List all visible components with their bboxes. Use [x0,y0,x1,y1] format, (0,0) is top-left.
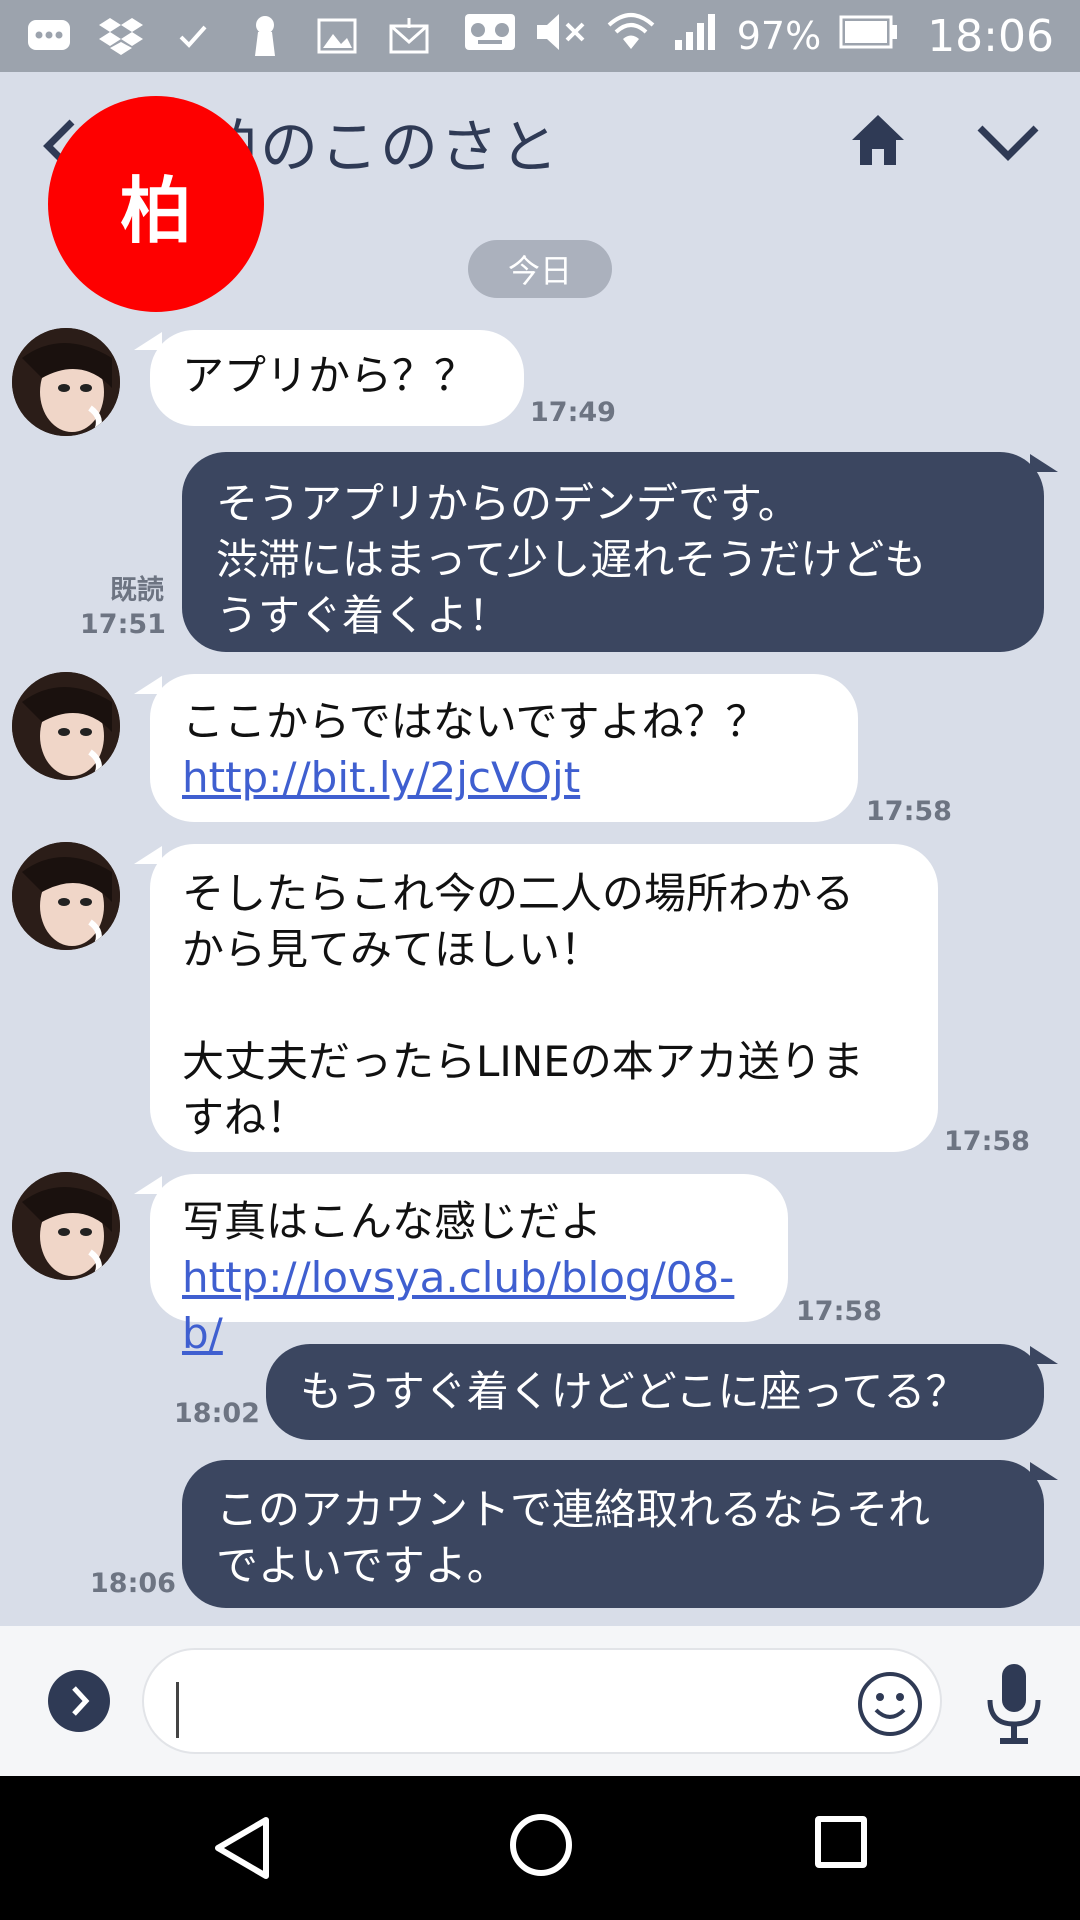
voicemail-icon [463,10,517,63]
notification-icons [26,12,432,60]
image-icon [314,15,360,57]
dropbox-icon [98,15,144,57]
message-text: このアカウントで連絡取れるならそれ [216,1485,931,1534]
message-text: 渋滞にはまって少し遅れそうだけども [216,535,927,584]
message-bubble[interactable]: 写真はこんな感じだよ http://lovsya.club/blog/08-b/ [150,1174,788,1358]
message-text: そしたらこれ今の二人の場所わかる [182,869,855,918]
microphone-icon[interactable] [982,1662,1046,1746]
message-time: 17:58 [944,1126,1030,1157]
avatar[interactable] [12,842,120,950]
message-bubble[interactable]: そうアプリからのデンデです。 渋滞にはまって少し遅れそうだけども うすぐ着くよ！ [182,452,1044,652]
expand-button[interactable] [48,1670,110,1732]
nav-recent-apps-icon[interactable] [815,1816,867,1868]
message-time: 17:51 [80,609,166,640]
mute-icon [535,12,589,61]
message-text: すね！ [182,1093,309,1142]
status-time: 18:06 [927,10,1054,62]
message-time: 17:49 [530,397,616,428]
message-bubble[interactable]: アプリから？？ [150,330,524,426]
message-input-bar [0,1626,1080,1776]
message-text: うすぐ着くよ！ [216,591,511,640]
message-bubble[interactable]: ここからではないですよね？？ http://bit.ly/2jcVOjt [150,674,858,822]
avatar[interactable] [12,1172,120,1280]
message-text: 写真はこんな感じだよ [182,1197,603,1246]
nav-home-icon[interactable] [510,1814,572,1876]
message-text: 大丈夫だったらLINEの本アカ送りま [182,1037,864,1086]
chevron-down-icon[interactable] [976,122,1040,162]
chat-bubble-icon [26,15,72,57]
signal-icon [673,12,719,61]
message-text: ここからではないですよね？？ [182,697,768,746]
message-bubble[interactable]: もうすぐ着くけどどこに座ってる？ [266,1344,1044,1440]
read-receipt: 既読 17:51 [80,574,166,642]
check-icon [170,15,216,57]
message-text [182,978,906,1034]
system-navigation-bar [0,1776,1080,1920]
home-icon[interactable] [850,112,906,168]
message-time: 18:06 [90,1568,176,1599]
message-text: そうアプリからのデンデです。 [216,479,800,528]
message-time: 17:58 [796,1296,882,1327]
message-text: でよいですよ。 [216,1541,509,1590]
battery-icon [839,14,899,58]
text-caret [176,1682,179,1738]
system-icons: 97% 18:06 [463,0,1054,72]
emoji-icon[interactable] [856,1670,924,1738]
message-bubble[interactable]: このアカウントで連絡取れるならそれ でよいですよ。 [182,1460,1044,1608]
message-time: 17:58 [866,796,952,827]
keyhole-icon [242,15,288,57]
location-badge: 柏 [48,96,264,312]
message-time: 18:02 [174,1398,260,1429]
wifi-icon [607,11,655,62]
nav-back-icon[interactable] [210,1814,274,1882]
message-text: から見てみてほしい！ [182,925,603,974]
avatar[interactable] [12,672,120,780]
message-text: もうすぐ着くけどどこに座ってる？ [300,1367,968,1416]
message-text: アプリから？？ [182,351,477,400]
message-bubble[interactable]: そしたらこれ今の二人の場所わかる から見てみてほしい！ 大丈夫だったらLINEの… [150,844,938,1152]
message-link[interactable]: http://bit.ly/2jcVOjt [182,750,826,806]
message-input[interactable] [142,1648,942,1754]
date-divider: 今日 [468,240,612,298]
avatar[interactable] [12,328,120,436]
status-bar: 97% 18:06 [0,0,1080,72]
battery-percent: 97% [736,14,822,58]
mail-icon [386,15,432,57]
read-label: 既読 [110,575,164,606]
